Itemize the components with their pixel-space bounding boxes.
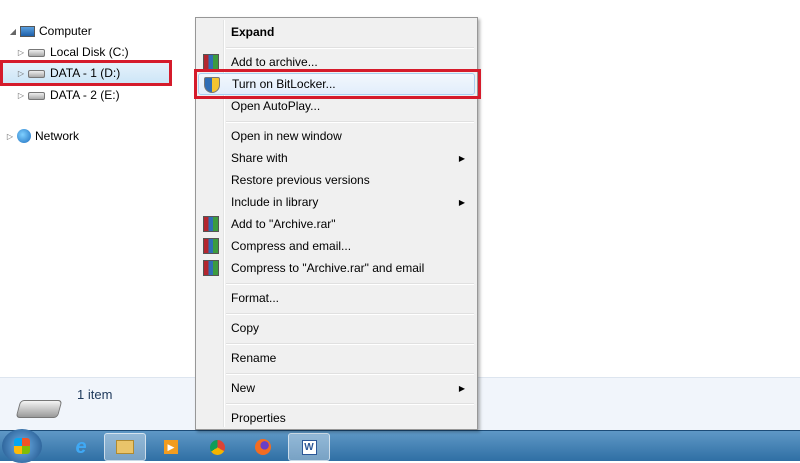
taskbar-windows-explorer[interactable] [104, 433, 146, 461]
tree-item-computer[interactable]: ◢ Computer [8, 20, 92, 42]
taskbar: e ▶ W [0, 429, 800, 463]
tree-item-label: Computer [39, 24, 92, 38]
taskbar-firefox[interactable] [242, 433, 284, 461]
windows-drive-icon [28, 45, 46, 59]
menu-separator [226, 313, 474, 315]
menu-separator [226, 47, 474, 49]
media-player-icon: ▶ [164, 440, 178, 454]
winrar-icon [203, 238, 219, 254]
drive-icon [28, 88, 46, 102]
winrar-icon [203, 54, 219, 70]
menu-item-open-in-new-window[interactable]: Open in new window [198, 125, 475, 147]
menu-item-new[interactable]: New ▶ [198, 377, 475, 399]
internet-explorer-icon: e [75, 435, 87, 458]
highlight-box [194, 69, 481, 99]
collapse-arrow-icon[interactable]: ◢ [8, 27, 18, 36]
expand-arrow-icon[interactable]: ▷ [16, 48, 26, 57]
windows-logo-icon [14, 438, 30, 454]
winrar-icon [203, 216, 219, 232]
menu-item-add-to-archive-rar[interactable]: Add to "Archive.rar" [198, 213, 475, 235]
submenu-arrow-icon: ▶ [458, 153, 465, 163]
tree-item-network[interactable]: ▷ Network [5, 125, 79, 147]
tree-item-data-2-e[interactable]: ▷ DATA - 2 (E:) [16, 84, 120, 106]
winrar-icon [203, 260, 219, 276]
tree-item-label: Local Disk (C:) [50, 45, 129, 59]
menu-separator [226, 121, 474, 123]
menu-item-restore-previous-versions[interactable]: Restore previous versions [198, 169, 475, 191]
taskbar-internet-explorer[interactable]: e [60, 433, 102, 461]
chrome-icon [209, 439, 225, 455]
menu-item-properties[interactable]: Properties [198, 407, 475, 429]
menu-item-share-with[interactable]: Share with ▶ [198, 147, 475, 169]
drive-icon [15, 400, 63, 418]
menu-item-include-in-library[interactable]: Include in library ▶ [198, 191, 475, 213]
word-icon: W [301, 439, 317, 455]
menu-item-format[interactable]: Format... [198, 287, 475, 309]
menu-item-compress-to-archive-and-email[interactable]: Compress to "Archive.rar" and email [198, 257, 475, 279]
network-icon [17, 129, 31, 143]
menu-separator [226, 373, 474, 375]
start-button[interactable] [2, 429, 42, 463]
menu-item-compress-and-email[interactable]: Compress and email... [198, 235, 475, 257]
taskbar-word[interactable]: W [288, 433, 330, 461]
folder-icon [116, 440, 134, 454]
expand-arrow-icon[interactable]: ▷ [5, 132, 15, 141]
computer-icon [20, 25, 35, 37]
submenu-arrow-icon: ▶ [458, 197, 465, 207]
tree-item-label: Network [35, 129, 80, 143]
taskbar-media-player[interactable]: ▶ [150, 433, 192, 461]
menu-separator [226, 343, 474, 345]
menu-item-expand[interactable]: Expand [198, 21, 475, 43]
menu-separator [226, 403, 474, 405]
submenu-arrow-icon: ▶ [458, 383, 465, 393]
item-count: 1 item [77, 387, 113, 402]
firefox-icon [255, 439, 271, 455]
expand-arrow-icon[interactable]: ▷ [16, 91, 26, 100]
taskbar-chrome[interactable] [196, 433, 238, 461]
menu-separator [226, 283, 474, 285]
menu-item-copy[interactable]: Copy [198, 317, 475, 339]
highlight-box [0, 60, 172, 86]
tree-item-label: DATA - 2 (E:) [50, 88, 120, 102]
menu-item-rename[interactable]: Rename [198, 347, 475, 369]
